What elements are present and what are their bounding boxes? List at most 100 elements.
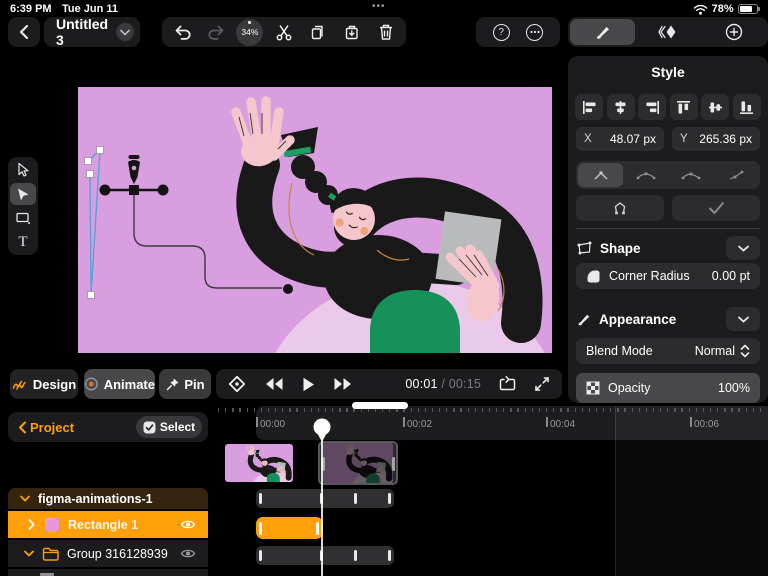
opacity-value: 100% bbox=[718, 381, 750, 395]
loop-icon bbox=[499, 376, 516, 391]
status-right-group: 78% bbox=[693, 3, 760, 15]
align-center-h-button[interactable] bbox=[606, 94, 635, 120]
keyframe-marker[interactable] bbox=[316, 521, 319, 535]
document-title-button[interactable]: Untitled 3 bbox=[44, 16, 140, 48]
chevron-down-icon bbox=[24, 550, 34, 557]
help-icon[interactable]: ? bbox=[492, 23, 510, 41]
blend-mode-label: Blend Mode bbox=[586, 344, 653, 358]
playhead-handle[interactable] bbox=[312, 417, 332, 443]
ruler-tick bbox=[690, 417, 692, 427]
opacity-row[interactable]: Opacity 100% bbox=[576, 373, 760, 403]
ruler-label: 00:00 bbox=[260, 419, 286, 430]
help-glyph: ? bbox=[498, 26, 504, 38]
rewind-button[interactable] bbox=[264, 377, 284, 391]
fast-forward-icon bbox=[334, 378, 351, 390]
appearance-section-header: Appearance bbox=[576, 306, 760, 332]
fullscreen-button[interactable] bbox=[534, 376, 550, 392]
project-back-button[interactable]: Project bbox=[18, 420, 74, 435]
select-button[interactable]: Select bbox=[136, 416, 202, 438]
tab-animate-selected[interactable]: Animate bbox=[84, 369, 155, 399]
rectangle-tool[interactable] bbox=[10, 207, 36, 229]
add-keyframe-button[interactable] bbox=[228, 375, 246, 393]
timeline-thumbnail-2 bbox=[323, 443, 393, 483]
copy-button[interactable] bbox=[304, 18, 332, 46]
eye-visible-icon[interactable] bbox=[180, 548, 196, 559]
shape-icon bbox=[577, 241, 592, 255]
status-more-icon[interactable]: ••• bbox=[372, 1, 386, 12]
anchor-asymmetric-button[interactable] bbox=[668, 163, 713, 187]
keyframe-marker[interactable] bbox=[354, 493, 357, 504]
keyframe-track-group-parent[interactable] bbox=[256, 489, 394, 508]
timeline-out-of-range-region bbox=[615, 406, 768, 576]
y-label: Y bbox=[680, 133, 688, 145]
rewind-icon bbox=[266, 378, 283, 390]
tab-design[interactable]: Design bbox=[10, 369, 78, 399]
y-position-field[interactable]: Y 265.36 px bbox=[672, 127, 760, 151]
redo-button[interactable] bbox=[202, 18, 230, 46]
blend-mode-row[interactable]: Blend Mode Normal bbox=[576, 338, 760, 364]
timeline-resize-handle[interactable] bbox=[352, 402, 408, 409]
corner-radius-value: 0.00 pt bbox=[711, 269, 750, 283]
timeline-thumbnail-1[interactable] bbox=[225, 444, 293, 482]
anchor-mirrored-button[interactable] bbox=[623, 163, 668, 187]
delete-button[interactable] bbox=[372, 18, 400, 46]
cut-button[interactable] bbox=[270, 18, 298, 46]
anchor-corner-button[interactable] bbox=[578, 163, 623, 187]
keyframe-marker[interactable] bbox=[259, 550, 262, 561]
keyframe-marker[interactable] bbox=[354, 550, 357, 561]
layer-row-group[interactable]: Group 316128939 bbox=[8, 540, 208, 567]
keyframe-track-rectangle[interactable] bbox=[256, 517, 323, 539]
confirm-path-button[interactable] bbox=[672, 195, 760, 221]
select-tool[interactable] bbox=[10, 159, 36, 181]
undo-button[interactable] bbox=[168, 18, 196, 46]
play-button[interactable] bbox=[302, 377, 315, 392]
keyframe-marker[interactable] bbox=[388, 550, 391, 561]
animate-label: Animate bbox=[103, 376, 155, 392]
shape-collapse-button[interactable] bbox=[726, 236, 760, 260]
timeline-clip-selected[interactable] bbox=[318, 441, 398, 485]
keyframe-marker[interactable] bbox=[259, 493, 262, 504]
eye-visible-icon[interactable] bbox=[180, 519, 196, 530]
align-top-button[interactable] bbox=[669, 94, 698, 120]
chevron-left-icon bbox=[19, 24, 29, 40]
panel-divider bbox=[576, 228, 760, 229]
tab-add[interactable] bbox=[701, 19, 766, 45]
align-right-button[interactable] bbox=[638, 94, 667, 120]
text-tool[interactable]: T bbox=[10, 231, 36, 253]
play-icon bbox=[303, 377, 314, 391]
keyframe-marker[interactable] bbox=[388, 493, 391, 504]
appearance-collapse-button[interactable] bbox=[726, 307, 760, 331]
x-label: X bbox=[584, 133, 592, 145]
timecode: 00:01 / 00:15 bbox=[405, 377, 481, 391]
select-label: Select bbox=[159, 420, 196, 434]
zoom-level-button[interactable]: 34% bbox=[236, 18, 264, 46]
close-path-button[interactable] bbox=[576, 195, 664, 221]
tab-pin[interactable]: Pin bbox=[159, 369, 211, 399]
keyframe-track-group[interactable] bbox=[256, 546, 394, 565]
x-position-field[interactable]: X 48.07 px bbox=[576, 127, 664, 151]
tab-style-brush[interactable] bbox=[570, 19, 635, 45]
node-tool-selected[interactable] bbox=[10, 183, 36, 205]
layer-row-group-parent[interactable]: figma-animations-1 bbox=[8, 488, 208, 509]
layer-row-rectangle-selected[interactable]: Rectangle 1 bbox=[8, 511, 208, 538]
align-bottom-button[interactable] bbox=[732, 94, 761, 120]
corner-radius-row[interactable]: Corner Radius 0.00 pt bbox=[576, 263, 760, 289]
align-left-button[interactable] bbox=[575, 94, 603, 120]
align-center-v-button[interactable] bbox=[701, 94, 730, 120]
tab-effects[interactable] bbox=[636, 19, 701, 45]
anchor-disconnected-button[interactable] bbox=[713, 163, 758, 187]
loop-button[interactable] bbox=[499, 376, 516, 392]
keyframe-marker[interactable] bbox=[259, 521, 262, 535]
trim-handle-right[interactable] bbox=[391, 457, 395, 471]
chevron-left-icon bbox=[19, 421, 26, 433]
checkbox-icon bbox=[143, 421, 156, 433]
playhead-line[interactable] bbox=[321, 420, 323, 576]
chevron-down-icon[interactable] bbox=[116, 23, 134, 41]
paste-button[interactable] bbox=[338, 18, 366, 46]
canvas-artboard[interactable] bbox=[78, 87, 552, 353]
more-options-icon[interactable] bbox=[526, 23, 544, 41]
text-tool-glyph: T bbox=[18, 233, 28, 250]
back-button[interactable] bbox=[8, 17, 40, 47]
fast-forward-button[interactable] bbox=[333, 377, 353, 391]
anchor-type-segment bbox=[576, 161, 760, 189]
